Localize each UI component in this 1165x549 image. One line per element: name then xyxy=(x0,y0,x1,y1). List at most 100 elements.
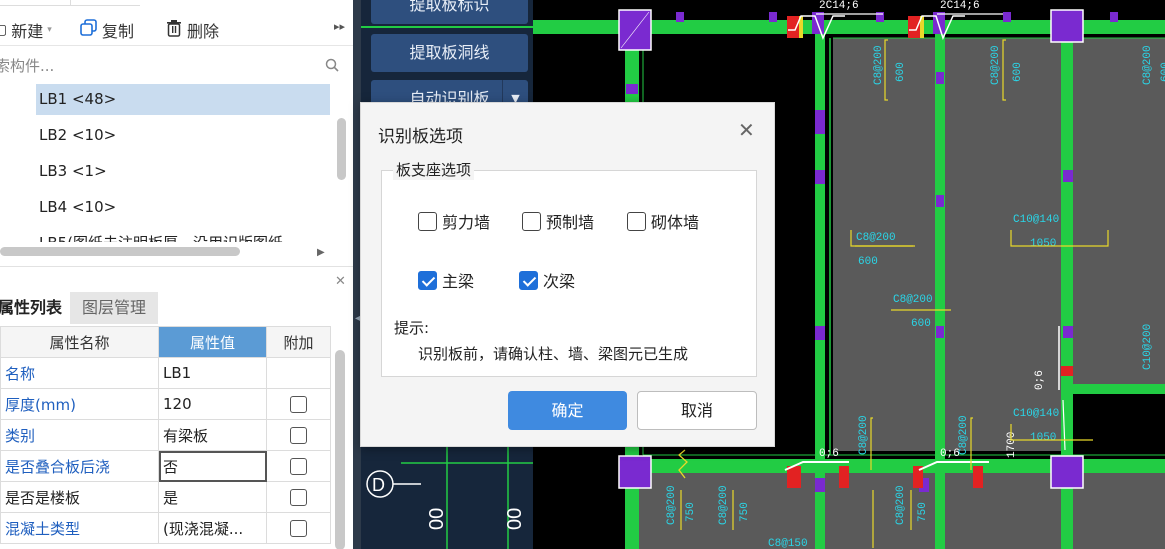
extra-checkbox-cell xyxy=(266,481,331,513)
extra-cell xyxy=(266,357,331,389)
tree-item-lb5[interactable]: LB5(图纸未注明板厚，没用识版图纸 xyxy=(36,228,330,242)
property-name: 是否叠合板后浇 xyxy=(0,450,159,482)
extra-checkbox[interactable] xyxy=(290,520,307,537)
property-tabs: 属性列表 图层管理 xyxy=(0,292,353,324)
option-precast-wall[interactable]: 预制墙 xyxy=(522,209,594,233)
beam-segment[interactable] xyxy=(1071,384,1165,394)
rebar-label: C8@200 xyxy=(1142,45,1154,85)
dimension-text: 1700 xyxy=(1006,432,1018,458)
property-table: 属性名称 属性值 附加 名称 LB1 厚度(mm) 120 类别 有梁板 是否叠… xyxy=(0,326,331,544)
table-row: 类别 有梁板 xyxy=(0,419,331,451)
extra-checkbox[interactable] xyxy=(290,489,307,506)
tree-item-lb1[interactable]: LB1 <48> xyxy=(36,84,330,115)
table-row: 名称 LB1 xyxy=(0,357,331,389)
ok-button[interactable]: 确定 xyxy=(508,391,627,430)
property-value[interactable]: LB1 xyxy=(158,357,267,389)
dimension-text: 1050 xyxy=(1030,238,1056,250)
tab-layers[interactable]: 图层管理 xyxy=(70,292,159,324)
extra-checkbox-cell xyxy=(266,450,331,482)
column[interactable] xyxy=(1050,455,1084,489)
header-property-value: 属性值 xyxy=(158,326,267,358)
extra-checkbox[interactable] xyxy=(290,458,307,475)
rebar-label: C10@140 xyxy=(1013,408,1059,420)
property-name: 混凝土类型 xyxy=(0,512,159,544)
tree-item-lb3[interactable]: LB3 <1> xyxy=(36,156,330,187)
component-panel: ▢ 新建 ▾ 复制 删除 ▸▸ 索构件... LB1 <48> LB2 <10>… xyxy=(0,0,353,549)
rebar-label: C8@150 xyxy=(768,538,808,549)
dimension-text: 750 xyxy=(685,502,697,522)
column[interactable] xyxy=(1050,9,1084,43)
extra-checkbox[interactable] xyxy=(290,396,307,413)
dimension-text: 0;6 xyxy=(1034,370,1046,390)
hint-title: 提示: xyxy=(394,319,430,337)
dimension-text: 750 xyxy=(917,502,929,522)
trash-icon xyxy=(165,19,183,41)
chevron-down-icon[interactable]: ▾ xyxy=(47,25,52,35)
tree-horizontal-scrollbar[interactable] xyxy=(0,247,240,256)
slab-options-dialog: 识别板选项 ✕ 板支座选项 剪力墙 预制墙 砌体墙 主梁 次梁 提示: 识别板前… xyxy=(360,102,775,447)
scroll-right-arrow-icon[interactable]: ▶ xyxy=(317,247,325,258)
option-shear-wall[interactable]: 剪力墙 xyxy=(418,209,490,233)
rebar-label: C10@140 xyxy=(1013,214,1059,226)
more-toolbar-button[interactable]: ▸▸ xyxy=(334,20,345,33)
option-masonry-wall[interactable]: 砌体墙 xyxy=(627,209,699,233)
copy-button[interactable]: 复制 xyxy=(80,18,134,42)
option-secondary-beam[interactable]: 次梁 xyxy=(519,268,575,292)
checkbox-unchecked[interactable] xyxy=(522,211,541,231)
rebar-label: C8@200 xyxy=(990,45,1002,85)
rebar-label: 2C14;6 xyxy=(940,0,980,12)
new-icon: ▢ xyxy=(0,22,8,38)
tree-item-lb2[interactable]: LB2 <10> xyxy=(36,120,330,151)
checkbox-unchecked[interactable] xyxy=(627,211,646,231)
rebar-label: C8@200 xyxy=(856,232,896,244)
group-title: 板支座选项 xyxy=(393,159,475,180)
table-row: 混凝土类型 (现浇混凝... xyxy=(0,512,331,544)
tab-properties[interactable]: 属性列表 xyxy=(0,292,75,324)
checkbox-unchecked[interactable] xyxy=(418,211,437,231)
search-bar[interactable]: 索构件... xyxy=(0,52,353,80)
dimension-text: 600 xyxy=(911,318,931,330)
checkbox-checked[interactable] xyxy=(519,270,538,290)
property-vertical-scrollbar[interactable] xyxy=(335,350,345,549)
rebar-label: C8@200 xyxy=(718,485,730,525)
dimension-text: 1050 xyxy=(1030,432,1056,444)
rebar-label: C8@200 xyxy=(873,45,885,85)
close-icon[interactable]: ✕ xyxy=(738,120,755,140)
delete-button[interactable]: 删除 xyxy=(165,18,219,42)
hint-text: 识别板前，请确认柱、墙、梁图元已生成 xyxy=(418,345,689,363)
extract-slab-label-button[interactable]: 提取板标识 xyxy=(371,0,528,24)
rebar-label: C8@200 xyxy=(893,294,933,306)
property-value-editing[interactable]: 否 xyxy=(158,450,267,482)
component-toolbar: ▢ 新建 ▾ 复制 删除 ▸▸ xyxy=(0,0,353,46)
property-value[interactable]: (现浇混凝... xyxy=(158,512,267,544)
dialog-title: 识别板选项 xyxy=(378,127,463,147)
extract-slab-hole-button[interactable]: 提取板洞线 xyxy=(371,34,528,72)
tree-vertical-scrollbar[interactable] xyxy=(337,118,346,180)
property-name: 厚度(mm) xyxy=(0,388,159,420)
extra-checkbox[interactable] xyxy=(290,427,307,444)
property-name: 名称 xyxy=(0,357,159,389)
rebar-label: C8@200 xyxy=(666,485,678,525)
tree-item-lb4[interactable]: LB4 <10> xyxy=(36,192,330,223)
dimension-text: 0;6 xyxy=(940,448,960,460)
dimension-text: 600 xyxy=(1012,62,1024,82)
cancel-button[interactable]: 取消 xyxy=(637,391,757,430)
property-value[interactable]: 有梁板 xyxy=(158,419,267,451)
extra-checkbox-cell xyxy=(266,512,331,544)
property-name: 是否是楼板 xyxy=(0,481,159,513)
property-value[interactable]: 是 xyxy=(158,481,267,513)
header-extra: 附加 xyxy=(266,326,331,358)
header-property-name: 属性名称 xyxy=(0,326,159,358)
property-value[interactable]: 120 xyxy=(158,388,267,420)
table-row: 厚度(mm) 120 xyxy=(0,388,331,420)
table-row: 是否叠合板后浇 否 xyxy=(0,450,331,482)
column[interactable] xyxy=(618,455,652,489)
rebar-label: C8@200 xyxy=(895,485,907,525)
checkbox-checked[interactable] xyxy=(418,270,437,290)
option-main-beam[interactable]: 主梁 xyxy=(418,268,474,292)
search-input[interactable]: 索构件... xyxy=(0,55,54,76)
close-icon[interactable]: ✕ xyxy=(335,274,346,289)
search-icon[interactable] xyxy=(325,58,339,72)
new-button[interactable]: ▢ 新建 ▾ xyxy=(0,18,52,42)
beam-vertical[interactable] xyxy=(815,20,825,549)
